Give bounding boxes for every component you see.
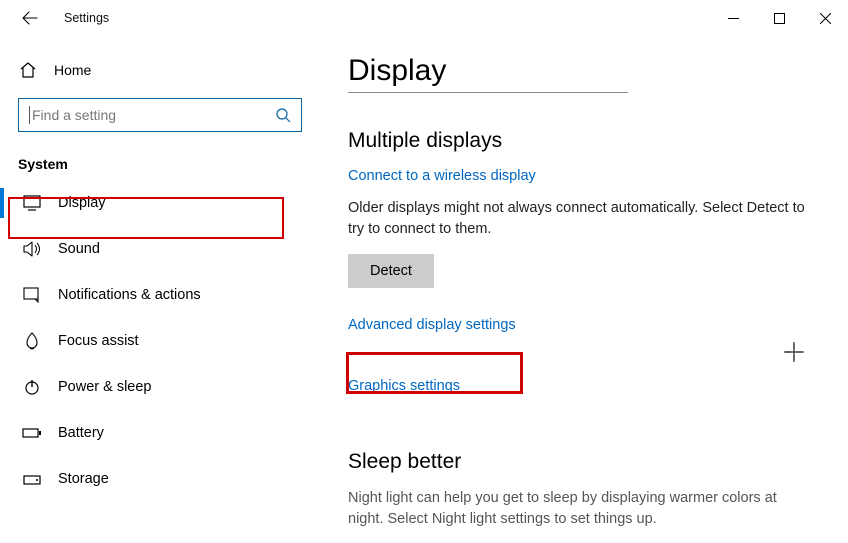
sound-icon [22,241,42,257]
search-input[interactable]: Find a setting [18,98,302,132]
back-button[interactable] [18,6,42,30]
page-title: Display [348,54,808,88]
nav-label: Battery [58,425,104,441]
nav-item-sound[interactable]: Sound [18,226,302,272]
titlebar: Settings [0,0,848,36]
title-underline [348,92,628,93]
graphics-settings-link[interactable]: Graphics settings [348,378,460,394]
nav-item-notifications[interactable]: Notifications & actions [18,272,302,318]
multiple-displays-heading: Multiple displays [348,129,808,153]
arrow-left-icon [22,10,38,26]
home-icon [18,61,38,79]
connect-wireless-link[interactable]: Connect to a wireless display [348,168,536,184]
nav-label: Notifications & actions [58,287,201,303]
maximize-icon [774,13,785,24]
sidebar: Home Find a setting System Display Sound [0,36,320,543]
focus-assist-icon [22,332,42,350]
search-icon [275,107,291,123]
minimize-button[interactable] [710,2,756,34]
nav-item-power-sleep[interactable]: Power & sleep [18,364,302,410]
main-content: Display Multiple displays Connect to a w… [320,36,848,543]
home-label: Home [54,62,91,78]
nav-label: Power & sleep [58,379,152,395]
nav-item-focus-assist[interactable]: Focus assist [18,318,302,364]
nav-item-display[interactable]: Display [18,180,302,226]
detect-button-label: Detect [370,263,412,279]
window-controls [710,2,848,34]
nav-label: Sound [58,241,100,257]
search-placeholder: Find a setting [32,107,275,123]
storage-icon [22,472,42,486]
sleep-better-heading: Sleep better [348,450,808,474]
detect-description: Older displays might not always connect … [348,198,808,240]
sleep-better-description: Night light can help you get to sleep by… [348,488,808,530]
text-caret [29,106,30,124]
maximize-button[interactable] [756,2,802,34]
home-nav[interactable]: Home [18,50,302,90]
minimize-icon [728,13,739,24]
window-title: Settings [64,11,109,25]
nav-label: Display [58,195,106,211]
close-button[interactable] [802,2,848,34]
nav-item-battery[interactable]: Battery [18,410,302,456]
category-heading: System [18,156,302,172]
nav-item-storage[interactable]: Storage [18,456,302,502]
notifications-icon [22,287,42,303]
display-icon [22,195,42,211]
close-icon [820,13,831,24]
advanced-display-link[interactable]: Advanced display settings [348,317,516,333]
power-icon [22,378,42,396]
nav-label: Storage [58,471,109,487]
nav-label: Focus assist [58,333,139,349]
detect-button[interactable]: Detect [348,254,434,288]
battery-icon [22,426,42,440]
